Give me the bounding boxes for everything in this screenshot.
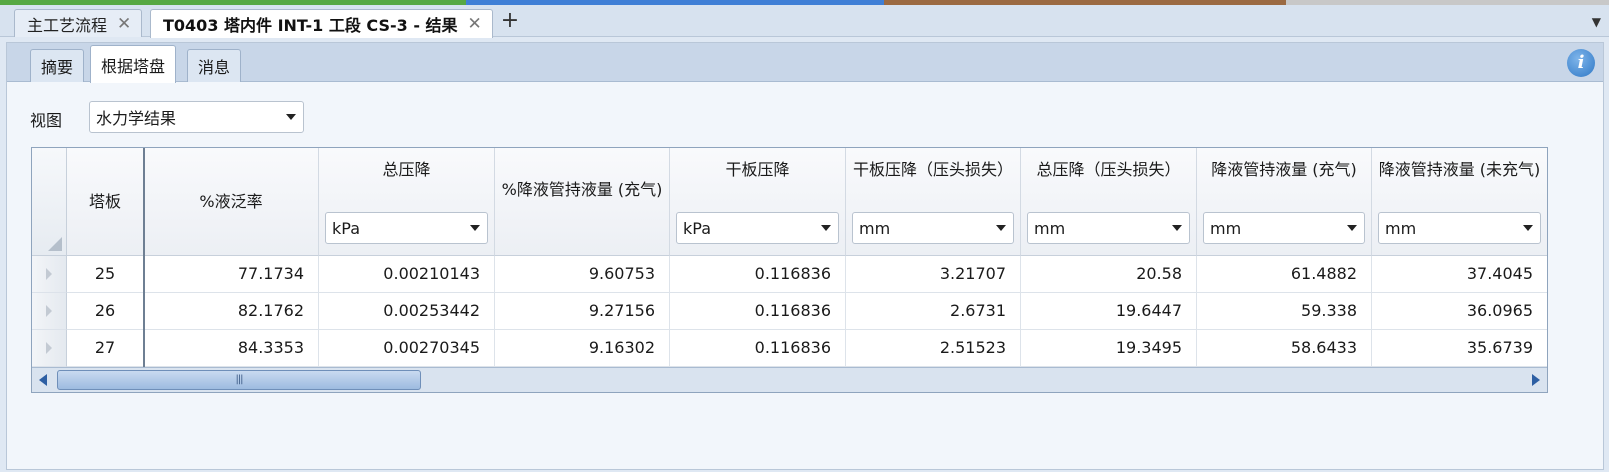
cell-tray[interactable]: 27 [67,330,144,367]
view-select-value: 水力学结果 [96,109,177,128]
unit-select[interactable]: mm [1203,212,1365,244]
tab-summary[interactable]: 摘要 [30,49,85,82]
tab-overflow-icon[interactable]: ▼ [1592,15,1601,29]
cell[interactable]: 0.00270345 [319,330,495,367]
col-header-dry-dp-head[interactable]: 干板压降（压头损失） mm [846,148,1021,256]
unit-value: kPa [683,218,711,238]
col-header-dc-backup-unaerated[interactable]: 降液管持液量 (未充气) mm [1372,148,1547,256]
results-grid: 塔板 %液泛率 总压降 kPa %降液管持液量 (充气) 干板压降 kPa 干板… [31,147,1548,393]
cell[interactable]: 20.58 [1021,256,1197,293]
col-header-flood[interactable]: %液泛率 [144,148,319,256]
col-title: 总压降（压头损失） [1036,160,1181,179]
chevron-down-icon [821,225,831,231]
col-header-dc-backup-aerated[interactable]: 降液管持液量 (充气) mm [1197,148,1372,256]
close-icon[interactable]: ✕ [117,14,131,34]
cell[interactable]: 0.116836 [670,330,846,367]
cell[interactable]: 0.00253442 [319,293,495,330]
col-title: 干板压降（压头损失） [852,160,1013,179]
col-header-dry-dp[interactable]: 干板压降 kPa [670,148,846,256]
unit-select[interactable]: kPa [325,212,488,244]
row-selector[interactable] [32,293,67,330]
chevron-down-icon [1347,225,1357,231]
col-title: %降液管持液量 (充气) [501,180,663,199]
row-arrow-icon [46,268,52,280]
grid-corner[interactable] [32,148,67,256]
cell[interactable]: 19.3495 [1021,330,1197,367]
tab-messages[interactable]: 消息 [187,49,242,82]
row-arrow-icon [46,342,52,354]
row-arrow-icon [46,305,52,317]
cell[interactable]: 77.1734 [144,256,319,293]
scrollbar-thumb[interactable]: ||| [57,370,421,390]
row-selector[interactable] [32,256,67,293]
col-title: 塔板 [88,192,121,211]
cell[interactable]: 9.60753 [495,256,670,293]
cell[interactable]: 9.16302 [495,330,670,367]
sub-tab-row: 摘要 根据塔盘 消息 i [7,43,1603,83]
col-title: 干板压降 [725,160,790,179]
cell[interactable]: 35.6739 [1372,330,1547,367]
info-icon[interactable]: i [1567,49,1595,77]
unit-select[interactable]: kPa [676,212,839,244]
add-tab-icon[interactable]: + [499,10,521,33]
cell[interactable]: 19.6447 [1021,293,1197,330]
doc-tab-label: 主工艺流程 [27,15,108,35]
close-icon[interactable]: ✕ [468,14,482,34]
cell[interactable]: 36.0965 [1372,293,1547,330]
cell[interactable]: 0.00210143 [319,256,495,293]
cell[interactable]: 0.116836 [670,293,846,330]
doc-tab-results[interactable]: T0403 塔内件 INT-1 工段 CS-3 - 结果 ✕ [150,9,493,38]
chevron-down-icon [996,225,1006,231]
doc-tab-main-flowsheet[interactable]: 主工艺流程 ✕ [14,9,143,37]
chevron-down-icon [1523,225,1533,231]
col-header-dc-backup-pct[interactable]: %降液管持液量 (充气) [495,148,670,256]
cell[interactable]: 2.51523 [846,330,1021,367]
unit-value: mm [1210,218,1242,238]
col-title: 总压降 [382,160,431,179]
scroll-left-icon[interactable] [39,374,47,386]
cell-tray[interactable]: 26 [67,293,144,330]
document-tab-bar: 主工艺流程 ✕ T0403 塔内件 INT-1 工段 CS-3 - 结果 ✕ +… [0,5,1609,38]
col-title: 降液管持液量 (充气) [1211,160,1357,179]
horizontal-scrollbar[interactable]: ||| [32,367,1547,392]
scroll-right-icon[interactable] [1532,374,1540,386]
cell[interactable]: 59.338 [1197,293,1372,330]
cell[interactable]: 37.4045 [1372,256,1547,293]
unit-value: mm [1034,218,1066,238]
view-select[interactable]: 水力学结果 [89,101,304,133]
chevron-down-icon [286,114,296,120]
doc-tab-label: T0403 塔内件 INT-1 工段 CS-3 - 结果 [163,16,458,35]
frozen-column-divider [143,148,145,367]
cell[interactable]: 2.6731 [846,293,1021,330]
select-all-icon [48,237,62,251]
cell[interactable]: 58.6433 [1197,330,1372,367]
view-label: 视图 [30,111,63,130]
tab-by-tray[interactable]: 根据塔盘 [90,45,177,83]
col-title: %液泛率 [199,192,263,211]
col-header-tray[interactable]: 塔板 [67,148,144,256]
cell[interactable]: 61.4882 [1197,256,1372,293]
cell[interactable]: 84.3353 [144,330,319,367]
cell[interactable]: 9.27156 [495,293,670,330]
chevron-down-icon [1172,225,1182,231]
results-panel: 摘要 根据塔盘 消息 i 视图 水力学结果 塔板 %液泛率 总压降 kPa %降… [6,42,1604,470]
unit-select[interactable]: mm [1378,212,1541,244]
unit-value: mm [1385,218,1417,238]
unit-value: mm [859,218,891,238]
unit-select[interactable]: mm [852,212,1014,244]
cell[interactable]: 82.1762 [144,293,319,330]
col-header-total-dp-head[interactable]: 总压降（压头损失） mm [1021,148,1197,256]
cell[interactable]: 3.21707 [846,256,1021,293]
unit-value: kPa [332,218,360,238]
col-title: 降液管持液量 (未充气) [1378,160,1541,179]
col-header-total-dp[interactable]: 总压降 kPa [319,148,495,256]
cell[interactable]: 0.116836 [670,256,846,293]
chevron-down-icon [470,225,480,231]
unit-select[interactable]: mm [1027,212,1190,244]
row-selector[interactable] [32,330,67,367]
cell-tray[interactable]: 25 [67,256,144,293]
